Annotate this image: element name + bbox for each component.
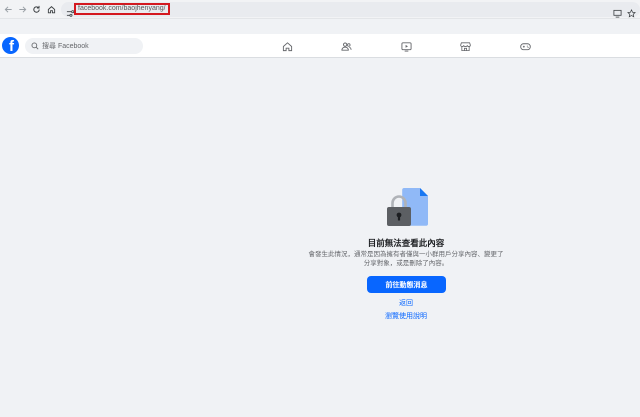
url-highlight-box: facebook.com/baojhenyang/ — [74, 3, 170, 15]
video-icon[interactable] — [400, 40, 412, 52]
url-text[interactable]: facebook.com/baojhenyang/ — [78, 5, 166, 13]
search-placeholder: 搜尋 Facebook — [42, 43, 89, 50]
friends-icon[interactable] — [340, 40, 352, 52]
browser-toolbar: facebook.com/baojhenyang/ — [0, 0, 640, 19]
bookmark-star-icon[interactable] — [627, 5, 636, 18]
facebook-header: f 搜尋 Facebook — [0, 34, 640, 58]
reload-icon[interactable] — [31, 4, 42, 15]
back-icon[interactable] — [3, 4, 14, 15]
cast-icon[interactable] — [613, 5, 622, 18]
page-title: 目前無法查看此內容 — [367, 238, 445, 248]
gaming-icon[interactable] — [519, 40, 531, 52]
home-icon[interactable] — [46, 4, 57, 15]
marketplace-icon[interactable] — [459, 40, 471, 52]
forward-icon[interactable] — [17, 4, 28, 15]
address-bar[interactable]: facebook.com/baojhenyang/ — [61, 2, 640, 18]
locked-content-illustration — [387, 188, 428, 226]
facebook-logo[interactable]: f — [2, 37, 19, 54]
home-icon[interactable] — [281, 40, 293, 52]
error-description: 會發生此情況，通常是因為擁有者僅與一小群用戶分享內容、變更了分享對象，或是刪除了… — [308, 251, 504, 267]
go-to-news-feed-button[interactable]: 前往動態消息 — [367, 276, 446, 293]
back-link[interactable]: 返回 — [300, 298, 512, 308]
search-icon — [31, 42, 39, 50]
search-input[interactable]: 搜尋 Facebook — [25, 38, 143, 54]
help-link[interactable]: 瀏覽使用說明 — [300, 311, 512, 321]
